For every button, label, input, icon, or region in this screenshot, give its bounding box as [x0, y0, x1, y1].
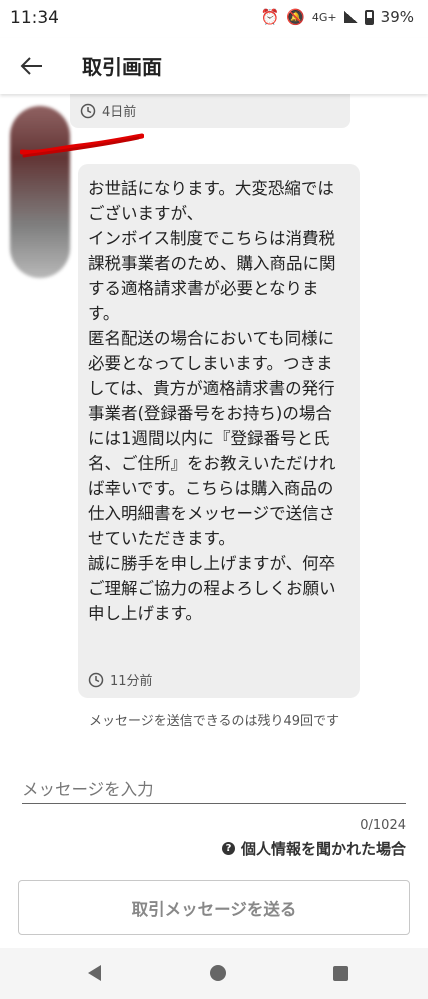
remaining-messages-note: メッセージを送信できるのは残り49回です	[88, 714, 340, 729]
arrow-left-icon[interactable]	[12, 48, 52, 84]
network-type: 4G+	[311, 10, 337, 24]
message-input-area	[22, 776, 406, 804]
message-list[interactable]: 4日前 お世話になります。大変恐縮ではございますが、 インボイス制度でこちらは消…	[0, 94, 428, 750]
app-bar: 取引画面	[0, 38, 428, 94]
status-time: 11:34	[10, 8, 59, 28]
clock-icon	[80, 103, 96, 118]
message-time: 4日前	[80, 101, 136, 120]
nav-home-icon[interactable]	[210, 965, 226, 981]
status-icons: ⏰ 🔕 4G+ 39%	[261, 8, 414, 26]
privacy-help-label: 個人情報を聞かれた場合	[240, 840, 406, 858]
nav-back-icon[interactable]	[88, 965, 101, 981]
bell-off-icon: 🔕	[286, 8, 305, 26]
message-time: 11分前	[88, 670, 153, 689]
status-bar: 11:34 ⏰ 🔕 4G+ 39%	[0, 0, 428, 38]
message-time-label: 11分前	[110, 674, 153, 689]
battery-level: 39%	[380, 8, 414, 26]
redaction-scribble	[20, 133, 144, 158]
char-counter: 0/1024	[360, 818, 406, 833]
help-icon: ?	[221, 842, 235, 855]
alarm-icon: ⏰	[260, 8, 280, 26]
message-bubble: 4日前	[70, 94, 350, 128]
clock-icon	[88, 672, 104, 687]
message-input[interactable]	[22, 776, 406, 804]
message-bubble: お世話になります。大変恐縮ではございますが、 インボイス制度でこちらは消費税課税…	[78, 164, 360, 698]
message-text: お世話になります。大変恐縮ではございますが、 インボイス制度でこちらは消費税課税…	[88, 179, 336, 623]
signal-icon	[343, 11, 358, 23]
nav-recent-icon[interactable]	[333, 966, 348, 981]
page-title: 取引画面	[82, 55, 162, 79]
send-message-button[interactable]: 取引メッセージを送る	[18, 880, 410, 935]
message-time-label: 4日前	[102, 105, 137, 120]
battery-icon	[364, 9, 374, 25]
privacy-help-link[interactable]: ? 個人情報を聞かれた場合	[221, 838, 406, 859]
system-nav-bar	[0, 948, 428, 999]
